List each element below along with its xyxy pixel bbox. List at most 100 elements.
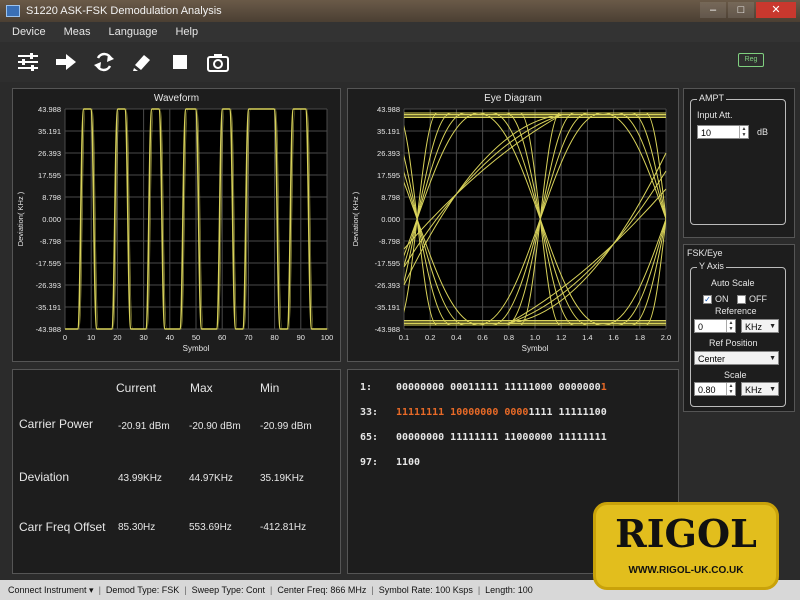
app-icon xyxy=(6,5,20,17)
arrow-right-icon xyxy=(56,54,76,70)
eye-diagram-chart[interactable]: 43.988 35.191 26.393 17.595 8.798 0.000 -8.798… xyxy=(348,89,680,363)
carr-freq-offset-label: Carr Freq Offset xyxy=(19,520,106,534)
menu-bar: Device Meas Language Help xyxy=(0,22,800,42)
measurement-panel: Current Max Min Carrier Power -20.91 dBm… xyxy=(12,369,341,574)
y-tick-label: -26.393 xyxy=(36,281,61,290)
status-separator: | xyxy=(98,585,101,595)
minimize-button[interactable]: – xyxy=(700,2,726,18)
symbol-rate-status: Symbol Rate: 100 Ksps xyxy=(378,585,473,595)
x-tick-label: 10 xyxy=(87,333,95,342)
auto-scale-off-checkbox[interactable] xyxy=(737,295,746,304)
fsk-eye-panel: FSK/Eye Y Axis Auto Scale ✓ ON OFF Refer… xyxy=(683,244,795,412)
bits-value: 00000000 00011111 11111000 00000001 xyxy=(396,382,607,393)
run-button[interactable] xyxy=(54,50,78,74)
menu-device[interactable]: Device xyxy=(12,26,46,38)
y-tick-label: -17.595 xyxy=(36,259,61,268)
y-tick-label: -17.595 xyxy=(375,259,400,268)
waveform-chart[interactable]: 43.988 35.191 26.393 17.595 8.798 0.000 -8.798… xyxy=(13,89,342,363)
run-indicator: Reg xyxy=(738,53,764,67)
bits-row: 33: 11111111 10000000 00001111 11111100 xyxy=(360,407,607,418)
bits-value: 11111111 10000000 00001111 11111100 xyxy=(396,407,607,418)
ampt-group: AMPT Input Att. 10 ▲ ▼ dB xyxy=(690,93,786,225)
x-tick-label: 40 xyxy=(166,333,174,342)
refresh-button[interactable] xyxy=(92,50,116,74)
y-tick-label: 26.393 xyxy=(38,149,61,158)
screenshot-button[interactable] xyxy=(206,50,230,74)
clear-icon xyxy=(133,55,150,71)
auto-scale-on-label: ON xyxy=(715,294,729,304)
title-bar: S1220 ASK-FSK Demodulation Analysis – □ … xyxy=(0,0,800,22)
auto-scale-off-label: OFF xyxy=(749,294,767,304)
stop-button[interactable] xyxy=(168,50,192,74)
x-tick-label: 100 xyxy=(321,333,334,342)
close-button[interactable]: ✕ xyxy=(756,2,796,18)
status-separator: | xyxy=(184,585,187,595)
status-separator: | xyxy=(477,585,481,595)
maximize-button[interactable]: □ xyxy=(728,2,754,18)
x-tick-label: 0 xyxy=(63,333,67,342)
reference-field[interactable]: 0 ▲ ▼ xyxy=(694,319,736,333)
x-tick-label: 90 xyxy=(297,333,305,342)
input-att-field[interactable]: 10 ▲ ▼ xyxy=(697,125,749,139)
bits-index: 97: xyxy=(360,457,379,468)
bits-row: 65: 00000000 11111111 11000000 11111111 xyxy=(360,432,607,443)
scale-field[interactable]: 0.80 ▲ ▼ xyxy=(694,382,736,396)
y-axis-group: Y Axis Auto Scale ✓ ON OFF Reference 0 ▲… xyxy=(690,261,786,407)
clear-button[interactable] xyxy=(130,50,154,74)
carrier-power-min: -20.99 dBm xyxy=(260,421,312,432)
bits-index: 1: xyxy=(360,382,373,393)
sweep-type-status: Sweep Type: Cont xyxy=(191,585,266,595)
spin-arrows-icon[interactable]: ▲ ▼ xyxy=(739,126,748,138)
ref-position-select[interactable]: Center ▼ xyxy=(694,351,779,365)
y-tick-label: 35.191 xyxy=(38,127,61,136)
center-freq-status: Center Freq: 866 MHz xyxy=(277,585,367,595)
settings-button[interactable] xyxy=(16,50,40,74)
x-tick-label: 20 xyxy=(113,333,121,342)
carr-freq-offset-max: 553.69Hz xyxy=(189,522,232,533)
carr-freq-offset-current: 85.30Hz xyxy=(118,522,156,533)
logo-text: RIGOL xyxy=(615,511,757,556)
y-tick-label: 17.595 xyxy=(38,171,61,180)
x-tick-label: 70 xyxy=(244,333,252,342)
x-tick-label: 0.4 xyxy=(451,333,461,342)
y-axis-label: Deviation( KHz ) xyxy=(16,191,25,246)
scale-label: Scale xyxy=(724,370,747,380)
spin-arrows-icon[interactable]: ▲ ▼ xyxy=(726,383,735,395)
ref-position-label: Ref Position xyxy=(709,338,758,348)
length-status: Length: 100 xyxy=(485,585,533,595)
reference-label: Reference xyxy=(715,306,757,316)
bits-row: 1: 00000000 00011111 11111000 00000001 xyxy=(360,382,607,393)
auto-scale-on-checkbox[interactable]: ✓ xyxy=(703,295,712,304)
chevron-down-icon: ▼ xyxy=(769,355,776,362)
status-separator: | xyxy=(371,585,374,595)
x-tick-label: 1.2 xyxy=(556,333,566,342)
menu-help[interactable]: Help xyxy=(175,26,198,38)
reference-unit-select[interactable]: KHz ▼ xyxy=(741,319,779,333)
menu-meas[interactable]: Meas xyxy=(64,26,91,38)
bits-value: 00000000 11111111 11000000 11111111 xyxy=(396,432,607,443)
carrier-power-current: -20.91 dBm xyxy=(118,421,170,432)
chevron-down-icon: ▼ xyxy=(769,323,776,330)
x-tick-label: 1.6 xyxy=(608,333,618,342)
deviation-max: 44.97KHz xyxy=(189,473,233,484)
auto-scale-label: Auto Scale xyxy=(711,278,755,288)
x-tick-label: 30 xyxy=(139,333,147,342)
menu-language[interactable]: Language xyxy=(109,26,158,38)
x-tick-label: 50 xyxy=(192,333,200,342)
bits-index: 65: xyxy=(360,432,379,443)
y-tick-label: 0.000 xyxy=(381,215,400,224)
spin-arrows-icon[interactable]: ▲ ▼ xyxy=(726,320,735,332)
connect-instrument-dropdown[interactable]: Connect Instrument ▾ xyxy=(8,585,94,596)
fsk-eye-section-title: FSK/Eye xyxy=(687,248,723,258)
y-tick-label: -26.393 xyxy=(375,281,400,290)
bits-value: 1100 xyxy=(396,457,421,468)
y-tick-label: -43.988 xyxy=(36,325,61,334)
x-tick-label: 1.0 xyxy=(530,333,540,342)
scale-unit-select[interactable]: KHz ▼ xyxy=(741,382,779,396)
y-axis-label: Deviation( KHz ) xyxy=(351,191,360,246)
ampt-group-title: AMPT xyxy=(697,93,727,103)
x-tick-label: 1.4 xyxy=(582,333,592,342)
y-tick-label: 0.000 xyxy=(42,215,61,224)
y-tick-label: 43.988 xyxy=(377,105,400,114)
x-axis-label: Symbol xyxy=(183,344,210,353)
